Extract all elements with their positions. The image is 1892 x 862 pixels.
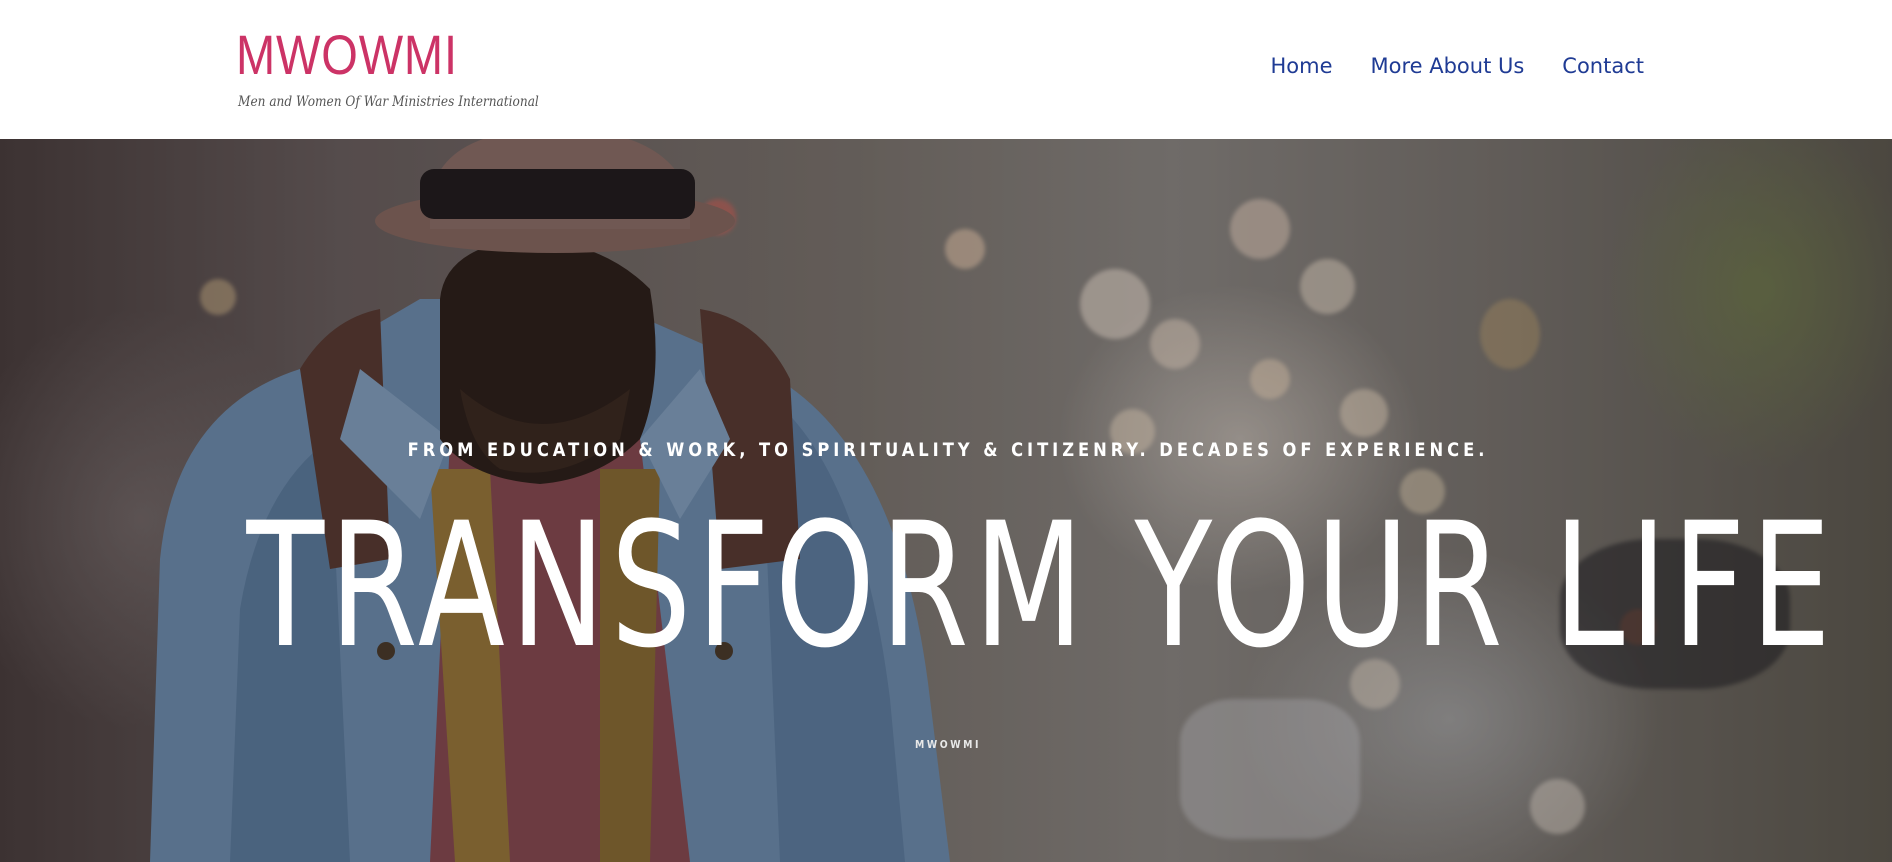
hero-title: TRANSFORM YOUR LIFE [246, 485, 1837, 686]
logo-title[interactable]: MWOWMI [236, 22, 458, 88]
hero-subtitle: FROM EDUCATION & WORK, TO SPIRITUALITY &… [407, 439, 1489, 461]
nav-link-contact[interactable]: Contact [1562, 54, 1644, 78]
site-header: MWOWMI Men and Women Of War Ministries I… [0, 0, 1892, 139]
main-nav: Home More About Us Contact [1270, 54, 1644, 78]
hero-section: FROM EDUCATION & WORK, TO SPIRITUALITY &… [0, 139, 1892, 862]
hero-caption: MWOWMI [915, 738, 981, 751]
nav-link-more-about-us[interactable]: More About Us [1370, 54, 1524, 78]
logo-tagline: Men and Women Of War Ministries Internat… [238, 94, 539, 110]
nav-link-home[interactable]: Home [1270, 54, 1332, 78]
